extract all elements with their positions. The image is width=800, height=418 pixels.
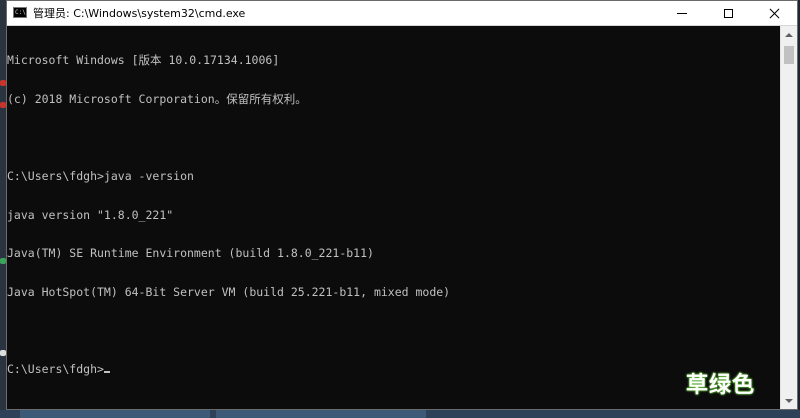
cmd-window[interactable]: C:\ 管理员: C:\Windows\system32\cmd.exe Mic… bbox=[6, 0, 798, 410]
console-line: Java HotSpot(TM) 64-Bit Server VM (build… bbox=[7, 285, 451, 300]
vertical-scrollbar[interactable] bbox=[780, 26, 797, 409]
close-button[interactable] bbox=[751, 1, 797, 25]
minimize-icon bbox=[677, 12, 687, 14]
close-icon bbox=[769, 8, 780, 19]
maximize-icon bbox=[723, 8, 733, 18]
scrollbar-thumb[interactable] bbox=[784, 46, 794, 64]
prompt-line[interactable]: C:\Users\fdgh> bbox=[7, 363, 780, 376]
watermark: 草绿色 bbox=[686, 373, 756, 398]
minimize-button[interactable] bbox=[659, 1, 705, 25]
arrow-up-icon bbox=[785, 32, 793, 37]
text-cursor bbox=[103, 371, 110, 374]
console-icon: C:\ bbox=[13, 7, 27, 18]
taskbar-item[interactable] bbox=[216, 410, 426, 418]
console-line: Microsoft Windows [版本 10.0.17134.1006] bbox=[7, 52, 280, 67]
console-output[interactable]: Microsoft Windows [版本 10.0.17134.1006] (… bbox=[7, 26, 780, 409]
console-line: java version "1.8.0_221" bbox=[7, 207, 174, 222]
prompt: C:\Users\fdgh> bbox=[7, 362, 104, 377]
title-bar[interactable]: C:\ 管理员: C:\Windows\system32\cmd.exe bbox=[7, 1, 797, 26]
console-line: Java(TM) SE Runtime Environment (build 1… bbox=[7, 246, 374, 261]
taskbar-item[interactable] bbox=[20, 410, 210, 418]
maximize-button[interactable] bbox=[705, 1, 751, 25]
scroll-down-button[interactable] bbox=[781, 392, 797, 409]
console-line: C:\Users\fdgh>java -version bbox=[7, 168, 194, 183]
console-line: (c) 2018 Microsoft Corporation。保留所有权利。 bbox=[7, 91, 307, 106]
scroll-up-button[interactable] bbox=[781, 26, 797, 43]
arrow-down-icon bbox=[785, 398, 793, 403]
window-title: 管理员: C:\Windows\system32\cmd.exe bbox=[33, 7, 246, 20]
